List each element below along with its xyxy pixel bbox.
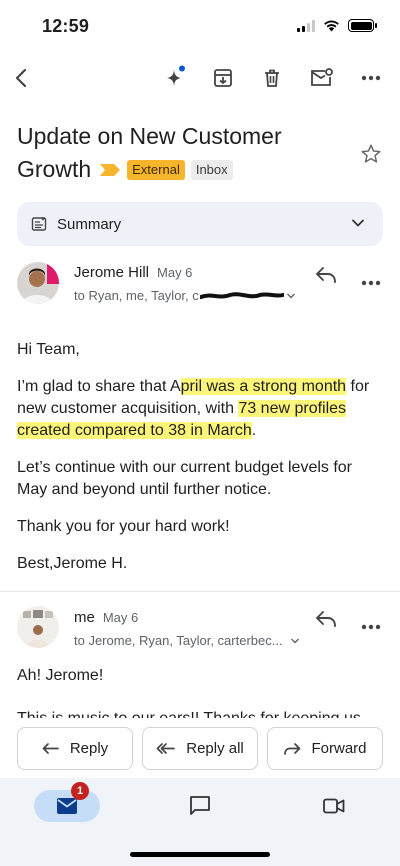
avatar-me[interactable] [17,606,59,648]
back-button[interactable] [6,62,38,94]
reply-icon [42,742,59,754]
home-indicator [130,852,270,857]
importance-marker-icon [100,163,121,176]
more-horizontal-icon [361,624,381,630]
wifi-icon [324,20,339,32]
highlight-april: pril was a strong month [180,378,347,395]
reply-button[interactable]: Reply [17,727,133,770]
sparkle-icon [167,65,185,86]
message-date: May 6 [102,610,139,625]
more-horizontal-icon [361,75,381,81]
body-paragraph-1: I’m glad to share that April was a stron… [17,378,370,439]
nav-chat[interactable] [184,790,216,822]
mark-unread-button[interactable] [305,62,337,94]
forward-button[interactable]: Forward [267,727,383,770]
subject-line-1: Update on New Customer [17,123,282,149]
nav-meet[interactable] [318,790,350,822]
message-more-button[interactable] [361,617,381,635]
summary-card[interactable]: Summary [17,202,383,246]
reply-icon-button[interactable] [315,266,337,289]
chevron-down-icon [291,638,300,644]
forward-icon [284,742,301,755]
body-paragraph-3: Thank you for your hard work! [17,518,230,535]
reply-all-icon [156,742,176,754]
status-time: 12:59 [42,16,90,36]
video-camera-icon [323,798,345,814]
more-horizontal-icon [361,280,381,286]
reply-label: Reply [69,740,109,757]
bottom-navigation: 1 [0,778,400,866]
recipients-text: to Ryan, me, Taylor, c [74,288,199,303]
message-2-line-1: Ah! Jerome! [17,667,104,684]
more-options-button[interactable] [355,62,387,94]
message-divider [0,591,400,592]
redaction-scribble [199,291,284,299]
top-toolbar [0,56,400,100]
reply-icon [316,611,336,627]
star-icon [361,144,381,163]
sender-name-block: me May 6 [74,609,138,626]
sender-name-block: Jerome Hill May 6 [74,264,192,281]
subject-line-2: Growth [17,156,92,182]
label-inbox[interactable]: Inbox [190,159,233,180]
label-external: External [127,159,185,180]
mail-icon [57,798,77,814]
mark-unread-icon [311,68,333,86]
recipients-text: to Jerome, Ryan, Taylor, carterbec... [74,633,283,648]
back-arrow-icon [15,68,27,88]
status-icons [297,19,377,32]
reply-all-label: Reply all [186,740,244,757]
summary-label: Summary [57,215,122,233]
delete-button[interactable] [256,62,288,94]
chevron-down-icon [286,293,295,298]
reply-all-button[interactable]: Reply all [142,727,258,770]
reply-icon-button[interactable] [315,610,337,633]
greeting: Hi Team, [17,341,80,358]
recipients-line[interactable]: to Ryan, me, Taylor, c [74,288,296,303]
message-date: May 6 [157,265,193,280]
avatar-jerome[interactable] [17,262,59,304]
sender-name: me [74,609,95,626]
status-bar: 12:59 [0,0,400,50]
reply-icon [316,267,336,283]
gemini-button[interactable] [158,62,190,94]
cellular-signal-icon [297,19,315,32]
battery-icon [348,19,377,32]
chat-icon [190,796,210,815]
star-button[interactable] [357,140,385,168]
nav-mail[interactable]: 1 [34,782,100,822]
recipients-line[interactable]: to Jerome, Ryan, Taylor, carterbec... [74,633,300,648]
message-2-body: Ah! Jerome! This is music to our ears!! … [17,665,383,720]
archive-icon [214,69,232,87]
body-paragraph-2: Let’s continue with our current budget l… [17,459,353,498]
summary-icon [31,217,47,231]
sender-name: Jerome Hill [74,264,150,281]
signoff: Best,Jerome H. [17,555,128,572]
forward-label: Forward [311,740,367,757]
chevron-down-icon [352,219,364,227]
trash-icon [265,69,279,87]
unread-badge: 1 [71,782,89,800]
message-1-body: Hi Team, I’m glad to share that April wa… [17,339,383,590]
message-more-button[interactable] [361,273,381,291]
email-subject: Update on New Customer Growth External I… [17,120,337,186]
archive-button[interactable] [207,62,239,94]
reply-action-bar: Reply Reply all Forward [0,718,400,778]
